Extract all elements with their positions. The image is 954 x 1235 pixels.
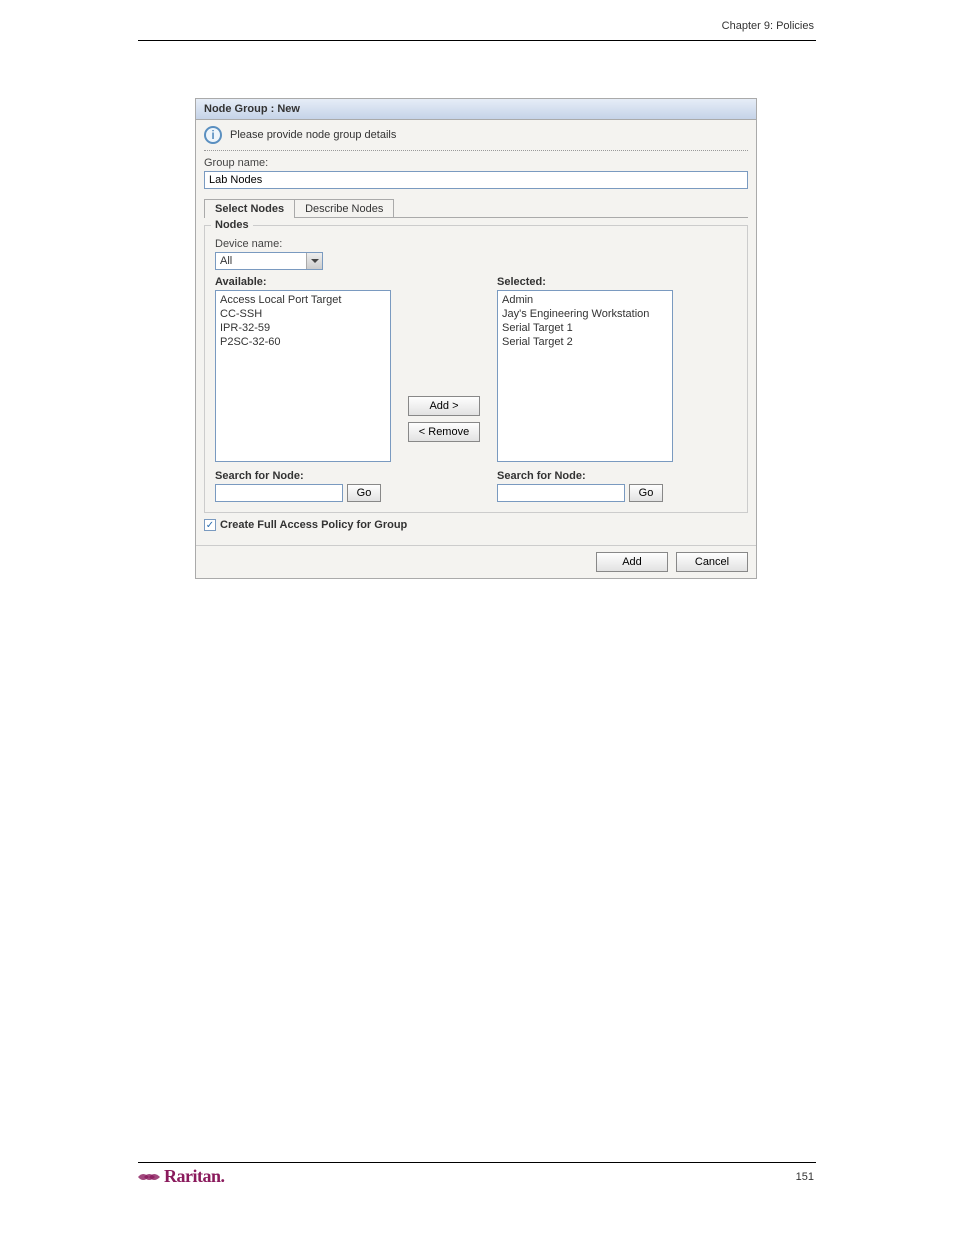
device-name-row: Device name: All [215,238,737,270]
panel-footer: Add Cancel [196,545,756,578]
device-name-select[interactable]: All [215,252,323,270]
go-available-button[interactable]: Go [347,484,381,502]
chapter-header: Chapter 9: Policies [722,20,814,32]
nodes-fieldset: Nodes Device name: All Available: Access… [204,225,748,513]
search-selected-input[interactable] [497,484,625,502]
device-name-label: Device name: [215,238,737,250]
info-message: Please provide node group details [230,129,396,141]
selected-list[interactable]: Admin Jay's Engineering Workstation Seri… [497,290,673,462]
header-divider [138,40,816,41]
panel-title: Node Group : New [196,99,756,120]
remove-node-button[interactable]: < Remove [408,422,480,442]
available-label: Available: [215,276,391,288]
selected-search-row: Search for Node: Go [497,470,673,502]
list-item[interactable]: Jay's Engineering Workstation [502,307,668,321]
raritan-icon [138,1169,160,1185]
search-available-input[interactable] [215,484,343,502]
selected-column: Selected: Admin Jay's Engineering Workst… [497,276,673,502]
search-selected-label: Search for Node: [497,470,625,482]
transfer-buttons-column: Add > < Remove [399,276,489,502]
available-list[interactable]: Access Local Port Target CC-SSH IPR-32-5… [215,290,391,462]
selected-label: Selected: [497,276,673,288]
info-row: i Please provide node group details [196,120,756,150]
device-name-value: All [220,255,232,267]
policy-checkbox-row: ✓ Create Full Access Policy for Group [204,519,748,531]
chevron-down-icon [306,253,322,269]
available-column: Available: Access Local Port Target CC-S… [215,276,391,502]
footer-divider [138,1162,816,1163]
info-icon: i [204,126,222,144]
add-button[interactable]: Add [596,552,668,572]
list-item[interactable]: P2SC-32-60 [220,335,386,349]
policy-checkbox-label: Create Full Access Policy for Group [220,519,407,531]
add-node-button[interactable]: Add > [408,396,480,416]
dotted-separator [204,150,748,151]
brand-text: Raritan. [164,1166,225,1187]
list-item[interactable]: IPR-32-59 [220,321,386,335]
policy-checkbox[interactable]: ✓ [204,519,216,531]
available-search-row: Search for Node: Go [215,470,391,502]
nodes-legend: Nodes [211,219,253,231]
page-number: 151 [796,1171,814,1183]
list-item[interactable]: Serial Target 2 [502,335,668,349]
list-item[interactable]: CC-SSH [220,307,386,321]
list-item[interactable]: Access Local Port Target [220,293,386,307]
go-selected-button[interactable]: Go [629,484,663,502]
node-group-panel: Node Group : New i Please provide node g… [195,98,757,579]
group-name-row: Group name: [196,157,756,195]
list-item[interactable]: Serial Target 1 [502,321,668,335]
dual-list-columns: Available: Access Local Port Target CC-S… [215,276,737,502]
group-name-label: Group name: [204,157,748,169]
list-item[interactable]: Admin [502,293,668,307]
search-available-label: Search for Node: [215,470,343,482]
tab-bar: Select Nodes Describe Nodes [204,199,748,218]
group-name-input[interactable] [204,171,748,189]
tab-select-nodes[interactable]: Select Nodes [204,199,295,218]
cancel-button[interactable]: Cancel [676,552,748,572]
brand-logo: Raritan. [138,1166,225,1187]
tab-describe-nodes[interactable]: Describe Nodes [294,199,394,218]
